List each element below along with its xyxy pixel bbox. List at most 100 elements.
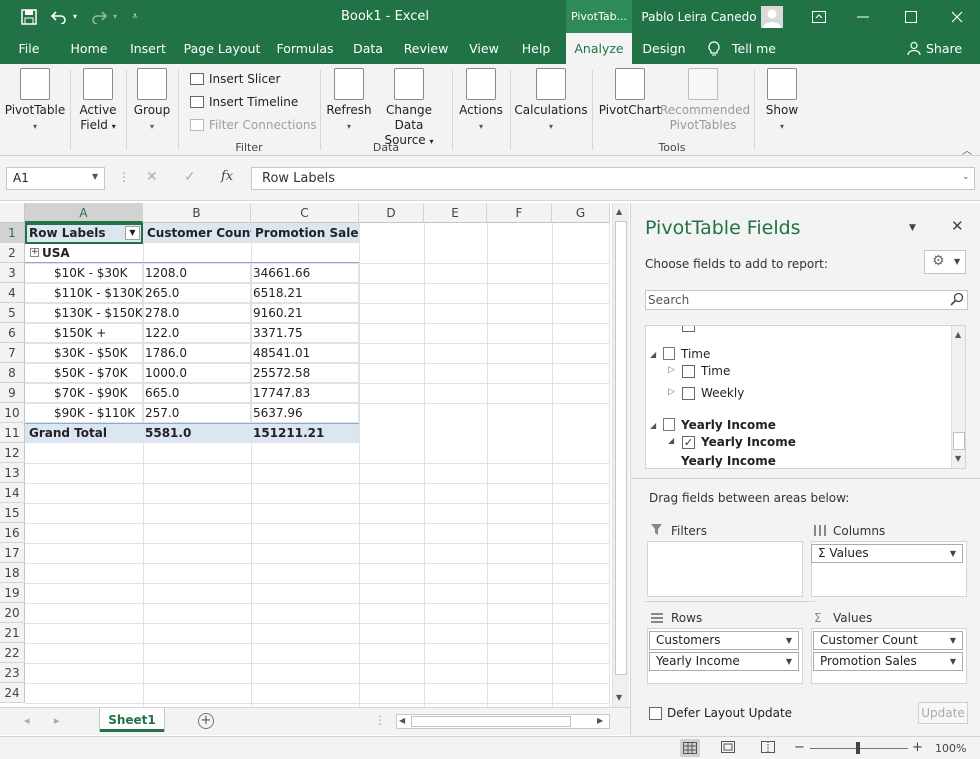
name-box[interactable]: A1 — [6, 167, 105, 190]
pivot-value-count[interactable]: 665.0 — [143, 383, 251, 403]
collapse-ribbon-icon[interactable]: ︿ — [962, 142, 972, 157]
row-header[interactable]: 1 — [0, 223, 25, 243]
pivot-value-sales[interactable]: 48541.01 — [251, 343, 359, 363]
pivot-grand-total-label[interactable]: Grand Total — [25, 423, 143, 443]
expand-triangle-icon[interactable]: ▷ — [668, 365, 675, 375]
new-sheet-plus-icon[interactable]: + — [198, 713, 214, 729]
zoom-slider-thumb[interactable] — [856, 742, 860, 754]
vertical-scroll-thumb[interactable] — [615, 221, 627, 675]
expand-triangle-icon[interactable]: ▷ — [668, 387, 675, 397]
tab-file[interactable]: File — [10, 33, 48, 64]
row-header[interactable]: 4 — [0, 283, 25, 303]
undo-icon[interactable] — [48, 0, 70, 33]
field-checkbox[interactable] — [682, 387, 695, 400]
minimize-icon[interactable] — [850, 0, 876, 33]
field-list[interactable]: ◢ Time ▷ Time ▷ Weekly ◢ Yearly Income ◢… — [645, 325, 966, 469]
pivot-value-count[interactable]: 1000.0 — [143, 363, 251, 383]
worksheet-grid[interactable]: A B C D E F G 1 2 3 4 5 6 7 8 9 10 11 12… — [0, 203, 630, 707]
field-item-weekly[interactable]: Weekly — [701, 386, 744, 400]
scroll-down-icon[interactable]: ▼ — [955, 454, 961, 463]
field-checkbox-checked[interactable]: ✓ — [682, 436, 695, 449]
normal-view-icon[interactable] — [680, 739, 700, 757]
refresh-button[interactable]: Refresh ▾ — [326, 68, 372, 134]
filter-connections-button[interactable]: Filter Connections — [190, 116, 317, 134]
scroll-down-icon[interactable]: ▼ — [616, 693, 622, 702]
tab-formulas[interactable]: Formulas — [272, 33, 338, 64]
field-checkbox[interactable] — [682, 326, 695, 332]
insert-function-icon[interactable]: fx — [221, 169, 233, 184]
row-header[interactable]: 7 — [0, 343, 25, 363]
column-header-a[interactable]: A — [25, 203, 143, 223]
user-name[interactable]: Pablo Leira Canedo — [640, 0, 758, 33]
enter-check-icon[interactable]: ✓ — [184, 169, 196, 185]
pivotchart-button[interactable]: PivotChart — [598, 68, 662, 118]
pivot-row-label[interactable]: $90K - $110K — [25, 403, 143, 423]
pivot-row-label[interactable]: $130K - $150K — [25, 303, 143, 323]
maximize-icon[interactable] — [898, 0, 924, 33]
expand-formula-bar-icon[interactable]: ⌄ — [962, 172, 970, 182]
zoom-out-icon[interactable]: − — [794, 740, 805, 755]
values-field-chip[interactable]: Promotion Sales ▼ — [813, 652, 963, 671]
pivot-value-count[interactable]: 1208.0 — [143, 263, 251, 283]
field-group-yearly-income[interactable]: Yearly Income — [681, 418, 776, 432]
collapse-triangle-icon[interactable]: ◢ — [650, 421, 656, 430]
calculations-button[interactable]: Calculations ▾ — [514, 68, 588, 134]
pivot-value-count[interactable]: 122.0 — [143, 323, 251, 343]
row-header[interactable]: 2 — [0, 243, 25, 263]
close-pane-icon[interactable]: ✕ — [951, 217, 964, 235]
pivot-header-customer-count[interactable]: Customer Count — [143, 223, 251, 243]
field-checkbox[interactable] — [682, 365, 695, 378]
row-header[interactable]: 8 — [0, 363, 25, 383]
change-data-source-button[interactable]: Change Data Source ▾ — [372, 68, 446, 149]
zoom-in-icon[interactable]: + — [912, 740, 923, 755]
field-item-time[interactable]: Time — [701, 364, 730, 378]
insert-timeline-button[interactable]: Insert Timeline — [190, 93, 298, 111]
pivot-value-sales[interactable]: 5637.96 — [251, 403, 359, 423]
row-header[interactable]: 12 — [0, 443, 25, 463]
tell-me-input[interactable]: Tell me — [732, 33, 782, 64]
recommended-pivottables-button[interactable]: Recommended PivotTables — [660, 68, 750, 133]
page-break-preview-icon[interactable] — [760, 739, 776, 758]
pivot-value-count[interactable]: 278.0 — [143, 303, 251, 323]
search-icon[interactable] — [950, 292, 964, 309]
pivot-value-sales[interactable]: 9160.21 — [251, 303, 359, 323]
pivot-row-label[interactable]: $110K - $130K — [25, 283, 143, 303]
scroll-left-icon[interactable]: ◀ — [399, 716, 405, 725]
search-input[interactable]: Search — [648, 293, 689, 307]
row-header[interactable]: 11 — [0, 423, 25, 443]
row-header[interactable]: 3 — [0, 263, 25, 283]
row-header[interactable]: 20 — [0, 603, 25, 623]
active-field-button[interactable]: Active Field ▾ — [74, 68, 122, 134]
pane-options-dropdown-icon[interactable]: ▼ — [909, 223, 916, 233]
field-group-time[interactable]: Time — [681, 347, 710, 361]
tab-view[interactable]: View — [462, 33, 506, 64]
customize-qat-icon[interactable]: ⩡ — [128, 0, 142, 33]
actions-button[interactable]: Actions ▾ — [456, 68, 506, 134]
rows-field-chip[interactable]: Yearly Income ▼ — [649, 652, 799, 671]
tab-home[interactable]: Home — [64, 33, 114, 64]
tab-design[interactable]: Design — [636, 33, 692, 64]
scroll-right-icon[interactable]: ▶ — [597, 716, 603, 725]
row-header[interactable]: 24 — [0, 683, 25, 703]
column-header-f[interactable]: F — [487, 203, 552, 223]
collapse-triangle-icon[interactable]: ◢ — [668, 436, 674, 445]
columns-field-chip[interactable]: Σ Values ▼ — [811, 544, 963, 563]
vertical-scrollbar[interactable]: ▲ ▼ — [612, 203, 629, 707]
scroll-tabs-left-icon[interactable]: ◂ — [24, 714, 30, 727]
share-person-icon[interactable] — [906, 33, 922, 64]
row-header[interactable]: 14 — [0, 483, 25, 503]
pivot-row-label[interactable]: $50K - $70K — [25, 363, 143, 383]
column-header-b[interactable]: B — [143, 203, 251, 223]
pivot-value-sales[interactable]: 34661.66 — [251, 263, 359, 283]
column-header-g[interactable]: G — [552, 203, 610, 223]
avatar[interactable] — [760, 0, 784, 33]
undo-dropdown-icon[interactable]: ▾ — [70, 0, 80, 33]
tab-split-grip-icon[interactable]: ⋮ — [374, 713, 386, 727]
group-button[interactable]: Group ▾ — [130, 68, 174, 134]
scroll-up-icon[interactable]: ▲ — [616, 207, 622, 216]
column-header-c[interactable]: C — [251, 203, 359, 223]
row-header[interactable]: 22 — [0, 643, 25, 663]
close-icon[interactable] — [944, 0, 970, 33]
row-labels-filter-dropdown-icon[interactable]: ▼ — [125, 226, 140, 240]
pivot-grand-total-count[interactable]: 5581.0 — [143, 423, 251, 443]
